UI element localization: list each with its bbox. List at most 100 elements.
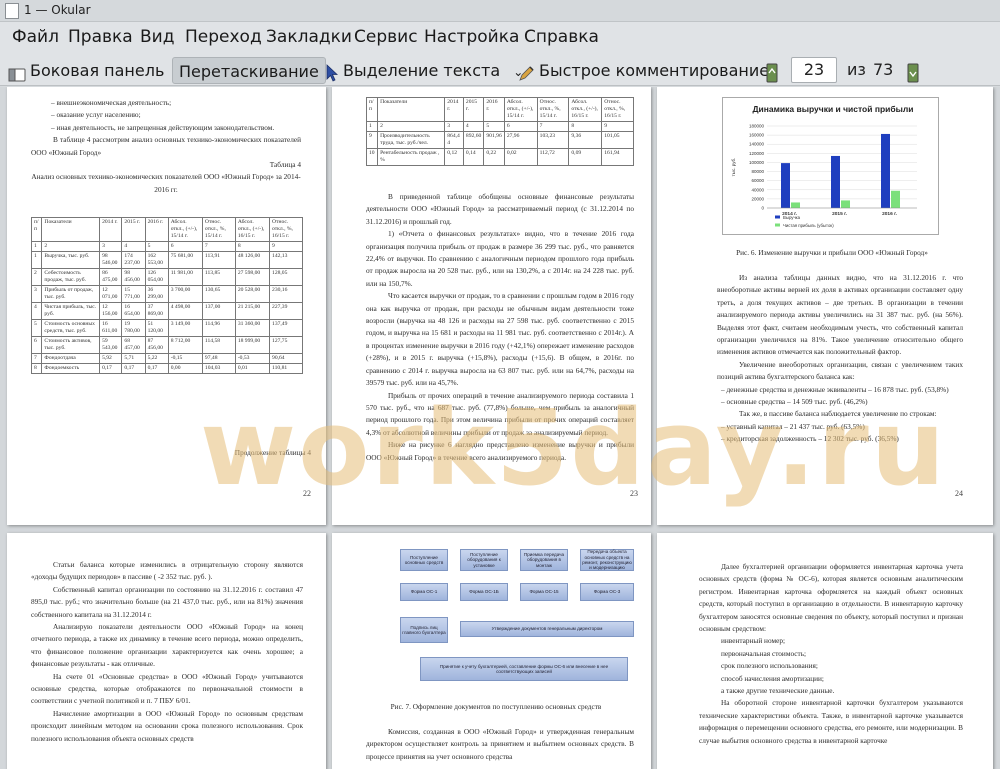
- x-tick-label: 2016 г.: [882, 211, 897, 217]
- table-cell: п/п: [365, 97, 379, 122]
- continuation-label: Продолжение таблицы 4: [234, 448, 311, 457]
- diagram-box: Поступление оборудования к установке: [460, 549, 508, 571]
- menu-tools[interactable]: Сервис: [354, 27, 418, 47]
- page-paragraph: Увеличение внеоборотных организации, свя…: [717, 359, 963, 382]
- table-cell: 113,91: [201, 251, 236, 269]
- table-cell: 87 456,00: [144, 336, 169, 354]
- y-tick-label: 60000: [751, 178, 764, 183]
- table-cell: 12 156,00: [99, 302, 123, 320]
- table-cell: 6: [167, 241, 203, 252]
- previous-page-button[interactable]: [765, 58, 779, 85]
- table-cell: 21 215,00: [234, 302, 271, 320]
- table-cell: 5: [483, 121, 505, 132]
- table-cell: 0,14: [462, 148, 485, 166]
- table-cell: 36 299,00: [144, 285, 169, 303]
- page-down-icon: [906, 63, 920, 83]
- menu-view[interactable]: Вид: [140, 27, 174, 47]
- menu-go[interactable]: Переход: [185, 27, 262, 47]
- table-cell: 4: [462, 121, 485, 132]
- table-cell: 161,94: [601, 148, 634, 166]
- table-cell: 5: [144, 241, 169, 252]
- sidebar-toggle-label: Боковая панель: [30, 61, 165, 80]
- table-cell: 7: [201, 241, 236, 252]
- table-cell: 114,96: [201, 319, 236, 337]
- diagram-box: Форма ОС-1: [400, 583, 448, 601]
- table-cell: 9: [601, 121, 634, 132]
- table-row: 10 Рентабельность продаж , % 0,12 0,14 0,22 0…: [365, 148, 634, 166]
- diagram-box: Передача объекта основных средств на рем…: [580, 549, 634, 571]
- browse-tool-button[interactable]: Перетаскивание: [172, 57, 326, 84]
- bar-0: [781, 163, 790, 208]
- table-cell: п/п: [30, 217, 43, 242]
- table-cell: 2016 г.: [483, 97, 505, 122]
- table-cell: 103,23: [536, 131, 570, 149]
- table-cell: 51 120,00: [144, 319, 169, 337]
- page-26[interactable]: Поступление основных средств Поступление …: [332, 533, 651, 769]
- bar-0: [881, 133, 890, 208]
- document-viewport[interactable]: – внешнеэкономическая деятельность; – ок…: [0, 87, 1000, 769]
- table-cell: Относ. откл., %, 16/15 г.: [269, 217, 303, 242]
- sidebar-toggle-button[interactable]: Боковая панель: [8, 57, 164, 84]
- revenue-profit-chart: Динамика выручки и чистой прибыли 0 20000 4…: [722, 97, 939, 235]
- page-of-label: из: [847, 60, 866, 79]
- table-cell: 1: [365, 121, 379, 132]
- table-cell: 6: [503, 121, 538, 132]
- table-cell: Рентабельность продаж , %: [377, 148, 446, 166]
- table-cell: 7: [30, 353, 43, 364]
- table-cell: 2: [41, 241, 101, 252]
- table-cell: 5: [30, 319, 43, 337]
- page-23[interactable]: п/п Показатели 2014 г. 2015 г. 2016 г. Абсол.…: [332, 87, 651, 525]
- next-page-button[interactable]: [906, 58, 920, 85]
- table-row: 3 Прибыль от продаж, тыс. руб. 12 071,00 15…: [30, 285, 303, 303]
- y-tick-label: 0: [761, 206, 764, 211]
- browse-tool-label: Перетаскивание: [179, 62, 319, 81]
- menu-help[interactable]: Справка: [524, 27, 599, 47]
- table-row: 2 Себестоимость продаж, тыс. руб. 86 475,0…: [30, 268, 303, 286]
- table-cell: 11 981,00: [167, 268, 203, 286]
- table-cell: 3 149,00: [167, 319, 203, 337]
- menu-file[interactable]: Файл: [12, 27, 59, 47]
- table-cell: 112,72: [536, 148, 570, 166]
- page-22[interactable]: – внешнеэкономическая деятельность; – ок…: [7, 87, 326, 525]
- menu-bookmarks[interactable]: Закладки: [266, 27, 352, 47]
- table-cell: 6: [30, 336, 43, 354]
- table-cell: 75 681,00: [167, 251, 203, 269]
- table-cell: 0,17: [99, 363, 123, 374]
- page-paragraph: В таблице 4 рассмотрим анализ основных т…: [31, 135, 301, 157]
- page-paragraph: Что касается выручки от продаж, то в сра…: [366, 291, 634, 388]
- page-number-input[interactable]: 23: [791, 57, 837, 83]
- quick-annotation-button[interactable]: Быстрое комментирование: [518, 57, 769, 84]
- page-text-line: – иная деятельность, не запрещенная дейс…: [51, 122, 275, 132]
- table-cell: 1: [30, 241, 43, 252]
- table-cell: Себестоимость продаж, тыс. руб.: [41, 268, 101, 286]
- table-cell: 227,39: [269, 302, 303, 320]
- text-select-label: Выделение текста: [343, 61, 501, 80]
- table-numbering-row: 123456789: [365, 121, 634, 132]
- table-cell: 2: [377, 121, 446, 132]
- table-cell: Абсол. откл., (+/-), 16/15 г.: [234, 217, 271, 242]
- table-cell: 98 546,00: [99, 251, 123, 269]
- table-cell: 8 712,00: [167, 336, 203, 354]
- list-item: первоначальная стоимость;: [721, 648, 807, 658]
- table-header-row: п/п Показатели 2014 г. 2015 г. 2016 г. Абсол.…: [30, 217, 303, 242]
- table-cell: 2016 г.: [144, 217, 169, 242]
- y-tick-label: 140000: [749, 142, 765, 147]
- table-cell: 0,22: [483, 148, 505, 166]
- table-cell: 16 654,00: [121, 302, 146, 320]
- table-cell: Стоимость активов, тыс. руб.: [41, 336, 101, 354]
- cursor-icon: [325, 63, 339, 82]
- list-item: срок полезного использования;: [721, 661, 818, 671]
- menu-edit[interactable]: Правка: [68, 27, 133, 47]
- list-item: – денежные средства и денежные эквивален…: [721, 384, 949, 394]
- pen-icon: [518, 63, 536, 81]
- page-24[interactable]: Динамика выручки и чистой прибыли 0 20000 4…: [657, 87, 993, 525]
- page-paragraph: Начисление амортизации в ООО «Южный Горо…: [31, 708, 303, 743]
- text-select-tool-button[interactable]: Выделение текста ⌄: [325, 57, 523, 84]
- page-paragraph: Из анализа таблицы данных видно, что на …: [717, 273, 963, 357]
- okular-app-icon: [5, 3, 19, 19]
- table-cell: 901,96: [483, 131, 505, 149]
- page-25[interactable]: Статьи баланса которые изменились в отри…: [7, 533, 326, 769]
- menu-settings[interactable]: Настройка: [424, 27, 519, 47]
- diagram-box: Поступление основных средств: [400, 549, 448, 571]
- page-27[interactable]: Далее бухгалтерией организации оформляет…: [657, 533, 993, 769]
